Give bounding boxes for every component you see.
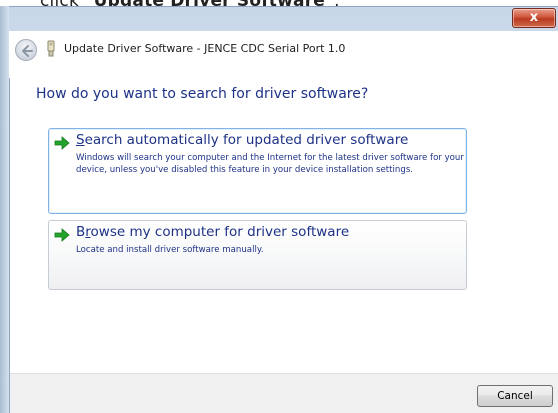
green-arrow-icon <box>54 136 70 150</box>
back-button[interactable] <box>15 39 37 61</box>
window-title: Update Driver Software - JENCE CDC Seria… <box>64 42 346 55</box>
close-button[interactable]: x <box>512 8 556 28</box>
option-title: Search automatically for updated driver … <box>76 132 408 148</box>
option-title-rest: owse my computer for driver software <box>90 224 350 240</box>
cancel-button[interactable]: Cancel <box>477 385 553 407</box>
screenshot-page: click "Update Driver Software". x Update… <box>0 0 558 413</box>
option-title: Browse my computer for driver software <box>76 224 349 240</box>
option-title-mnemonic: S <box>76 132 85 148</box>
close-icon: x <box>529 10 539 25</box>
green-arrow-icon <box>54 228 70 242</box>
option-title-rest: earch automatically for updated driver s… <box>84 132 409 148</box>
option-description: Locate and install driver software manua… <box>76 245 264 255</box>
search-automatically-option[interactable]: Search automatically for updated driver … <box>48 128 467 214</box>
browse-computer-option[interactable]: Browse my computer for driver software L… <box>48 220 467 290</box>
device-icon <box>47 40 55 57</box>
option-title-first: B <box>76 224 86 240</box>
window-frame-edge <box>0 6 9 413</box>
dialog-footer <box>10 373 558 413</box>
option-description: Windows will search your computer and th… <box>76 153 464 175</box>
page-heading: How do you want to search for driver sof… <box>36 86 369 102</box>
back-arrow-icon <box>22 45 33 57</box>
